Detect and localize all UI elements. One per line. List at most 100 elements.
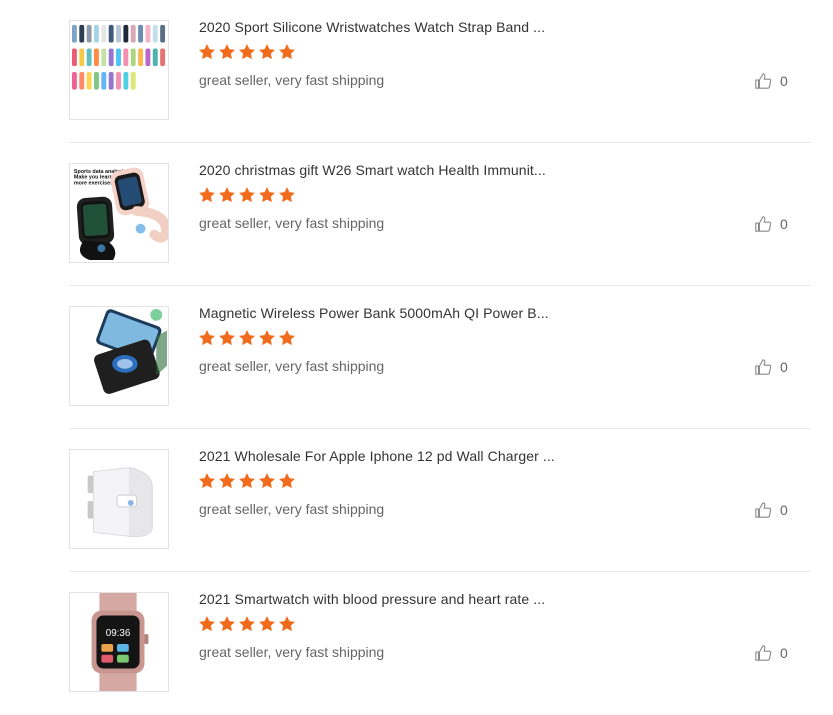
- star-icon: [239, 330, 255, 346]
- product-title[interactable]: 2021 Smartwatch with blood pressure and …: [199, 591, 545, 607]
- review-item: 09:36 2021 Smartwatch with blood pressur…: [69, 572, 811, 715]
- strap-band: [116, 24, 121, 43]
- like-button[interactable]: 0: [754, 644, 788, 662]
- strap-band: [94, 71, 99, 90]
- like-button[interactable]: 0: [754, 358, 788, 376]
- strap-band: [94, 48, 99, 67]
- product-title[interactable]: 2020 Sport Silicone Wristwatches Watch S…: [199, 19, 545, 35]
- strap-band: [79, 24, 85, 43]
- strap-band: [79, 48, 85, 67]
- strap-band: [108, 24, 114, 43]
- star-icon: [239, 187, 255, 203]
- strap-band: [138, 48, 144, 67]
- like-count: 0: [780, 73, 788, 89]
- star-icon: [239, 473, 255, 489]
- like-button[interactable]: 0: [754, 501, 788, 519]
- strap-band: [130, 48, 136, 67]
- star-icon: [279, 44, 295, 60]
- product-thumbnail[interactable]: Sports data analysis Make you learn more…: [69, 163, 169, 263]
- star-rating: [198, 186, 296, 204]
- strap-band: [123, 48, 129, 67]
- strap-band: [130, 24, 136, 43]
- star-icon: [199, 330, 215, 346]
- star-rating: [198, 329, 296, 347]
- silicone-strap-bands-icon: [71, 24, 166, 90]
- star-icon: [279, 187, 295, 203]
- star-icon: [279, 330, 295, 346]
- review-text: great seller, very fast shipping: [199, 644, 385, 660]
- star-icon: [199, 473, 215, 489]
- strap-band: [86, 71, 92, 90]
- strap-band: [86, 24, 92, 43]
- review-item: 2020 Sport Silicone Wristwatches Watch S…: [69, 0, 811, 143]
- pink-smartwatch-product-icon: 09:36: [91, 593, 149, 691]
- star-rating: [198, 615, 296, 633]
- like-count: 0: [780, 359, 788, 375]
- like-count: 0: [780, 502, 788, 518]
- strap-band: [101, 71, 107, 90]
- star-icon: [199, 616, 215, 632]
- star-icon: [219, 44, 235, 60]
- product-thumbnail[interactable]: [69, 20, 169, 120]
- star-icon: [199, 187, 215, 203]
- thumbs-up-icon: [755, 216, 772, 232]
- strap-band: [94, 24, 99, 43]
- review-item: Sports data analysis Make you learn more…: [69, 143, 811, 286]
- strap-band: [130, 71, 136, 90]
- product-title[interactable]: Magnetic Wireless Power Bank 5000mAh QI …: [199, 305, 549, 321]
- star-icon: [259, 44, 275, 60]
- product-title[interactable]: 2021 Wholesale For Apple Iphone 12 pd Wa…: [199, 448, 555, 464]
- star-rating: [198, 472, 296, 490]
- star-icon: [239, 44, 255, 60]
- strap-band: [123, 71, 129, 90]
- star-icon: [239, 616, 255, 632]
- review-text: great seller, very fast shipping: [199, 358, 385, 374]
- star-icon: [259, 473, 275, 489]
- strap-band: [160, 48, 166, 67]
- strap-band: [101, 48, 107, 67]
- like-button[interactable]: 0: [754, 215, 788, 233]
- thumbs-up-icon: [755, 645, 772, 661]
- review-list: 2020 Sport Silicone Wristwatches Watch S…: [69, 0, 811, 715]
- wall-charger-product-icon: [87, 467, 153, 538]
- strap-band: [116, 48, 121, 67]
- product-title[interactable]: 2020 christmas gift W26 Smart watch Heal…: [199, 162, 546, 178]
- watch-time: 09:36: [106, 628, 131, 639]
- strap-band: [116, 71, 121, 90]
- product-thumbnail[interactable]: [69, 306, 169, 406]
- strap-band: [71, 71, 77, 90]
- star-icon: [279, 616, 295, 632]
- strap-band: [71, 48, 77, 67]
- strap-band: [86, 48, 92, 67]
- review-item: Magnetic Wireless Power Bank 5000mAh QI …: [69, 286, 811, 429]
- like-button[interactable]: 0: [754, 72, 788, 90]
- strap-band: [123, 24, 129, 43]
- strap-band: [138, 24, 144, 43]
- review-item: 2021 Wholesale For Apple Iphone 12 pd Wa…: [69, 429, 811, 572]
- star-icon: [259, 187, 275, 203]
- thumbs-up-icon: [755, 359, 772, 375]
- star-icon: [219, 187, 235, 203]
- strap-band: [79, 71, 85, 90]
- strap-band: [101, 24, 107, 43]
- strap-band: [108, 48, 114, 67]
- like-count: 0: [780, 645, 788, 661]
- like-count: 0: [780, 216, 788, 232]
- smart-watch-product-icon: Sports data analysis Make you learn more…: [74, 167, 168, 261]
- strap-band: [108, 71, 114, 90]
- star-icon: [259, 330, 275, 346]
- star-icon: [199, 44, 215, 60]
- strap-band: [145, 48, 151, 67]
- star-icon: [219, 473, 235, 489]
- star-icon: [219, 616, 235, 632]
- thumbs-up-icon: [755, 502, 772, 518]
- product-thumbnail[interactable]: 09:36: [69, 592, 169, 692]
- product-thumbnail[interactable]: [69, 449, 169, 549]
- strap-band: [152, 48, 158, 67]
- review-text: great seller, very fast shipping: [199, 501, 385, 517]
- star-icon: [219, 330, 235, 346]
- thumbs-up-icon: [755, 73, 772, 89]
- review-text: great seller, very fast shipping: [199, 215, 385, 231]
- review-text: great seller, very fast shipping: [199, 72, 385, 88]
- star-icon: [279, 473, 295, 489]
